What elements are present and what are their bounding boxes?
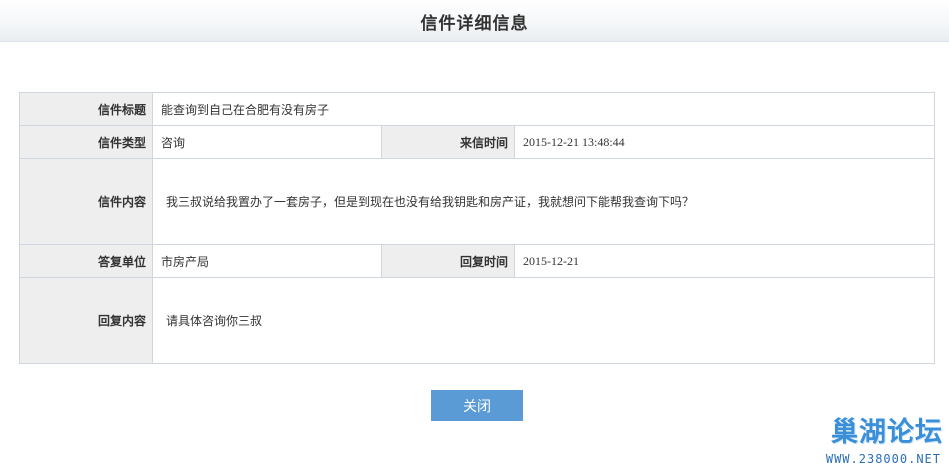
received-time-value: 2015-12-21 13:48:44: [513, 125, 936, 159]
content-label: 信件内容: [19, 158, 153, 245]
reply-time-label: 回复时间: [381, 244, 515, 278]
letter-detail-table: 信件标题 能查询到自己在合肥有没有房子 信件类型 咨询 来信时间 2015-12…: [19, 92, 936, 364]
subject-value: 能查询到自己在合肥有没有房子: [151, 92, 936, 126]
type-label: 信件类型: [19, 125, 153, 159]
content-value: 我三叔说给我置办了一套房子，但是到现在也没有给我钥匙和房产证，我就想问下能帮我查…: [151, 158, 936, 245]
subject-label: 信件标题: [19, 92, 153, 126]
reply-unit-value: 市房产局: [152, 244, 382, 278]
reply-time-value: 2015-12-21: [513, 244, 936, 278]
reply-content-value: 请具体咨询你三叔: [151, 277, 936, 364]
reply-unit-label: 答复单位: [19, 244, 153, 278]
letter-detail-page: 信件详细信息 信件标题 能查询到自己在合肥有没有房子 信件类型 咨询 来信时间 …: [0, 0, 949, 474]
page-title: 信件详细信息: [420, 14, 529, 34]
row-type-time: 信件类型 咨询 来信时间 2015-12-21 13:48:44: [19, 125, 936, 159]
row-reply-unit-time: 答复单位 市房产局 回复时间 2015-12-21: [19, 244, 936, 278]
row-reply-content: 回复内容 请具体咨询你三叔: [19, 277, 936, 364]
reply-content-label: 回复内容: [19, 277, 153, 364]
type-value: 咨询: [152, 125, 382, 159]
row-content: 信件内容 我三叔说给我置办了一套房子，但是到现在也没有给我钥匙和房产证，我就想问…: [19, 158, 936, 245]
close-button[interactable]: 关闭: [431, 390, 523, 421]
row-subject: 信件标题 能查询到自己在合肥有没有房子: [19, 92, 936, 126]
page-header: 信件详细信息: [0, 0, 949, 42]
received-time-label: 来信时间: [381, 125, 515, 159]
watermark-url: WWW.238000.NET: [825, 452, 941, 466]
site-watermark: 巢湖论坛 WWW.238000.NET: [793, 410, 943, 466]
watermark-logo: 巢湖论坛: [831, 417, 943, 448]
